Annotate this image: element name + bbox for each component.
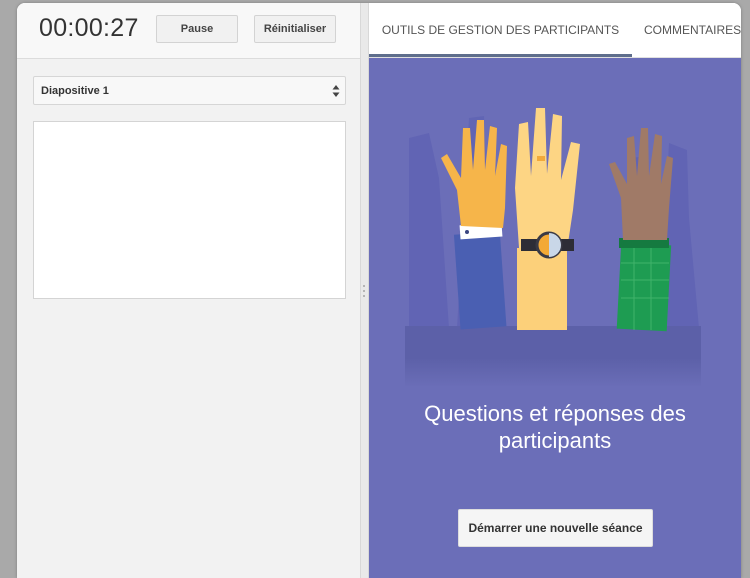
pause-button[interactable]: Pause <box>156 15 238 43</box>
slide-select-value: Diapositive 1 <box>41 84 109 97</box>
reset-button[interactable]: Réinitialiser <box>254 15 336 43</box>
presentation-timer: 00:00:27 <box>39 14 139 42</box>
raised-hands-illustration <box>405 108 701 388</box>
up-down-arrows-icon <box>332 85 340 97</box>
presenter-toolbar: 00:00:27 Pause Réinitialiser <box>17 3 360 59</box>
panel-title: Questions et réponses des participants <box>369 400 741 454</box>
tab-comments[interactable]: COMMENTAIRES <box>644 3 741 57</box>
tab-audience-tools[interactable]: OUTILS DE GESTION DES PARTICIPANTS <box>369 3 632 57</box>
panel-title-line-1: Questions et réponses des <box>424 401 686 426</box>
presenter-view-window: 00:00:27 Pause Réinitialiser Diapositive… <box>17 3 741 578</box>
raised-hand-watch-icon <box>515 108 580 330</box>
audience-tools-pane: OUTILS DE GESTION DES PARTICIPANTS COMME… <box>369 3 741 578</box>
presenter-pane: 00:00:27 Pause Réinitialiser Diapositive… <box>17 3 360 578</box>
grip-dots-icon <box>363 285 366 299</box>
pane-resize-handle[interactable] <box>360 3 369 578</box>
slide-select[interactable]: Diapositive 1 <box>33 76 346 105</box>
speaker-notes-area[interactable] <box>33 121 346 299</box>
raised-hand-green-sleeve-icon <box>609 128 673 332</box>
start-new-session-button[interactable]: Démarrer une nouvelle séance <box>458 509 653 547</box>
panel-title-line-2: participants <box>498 428 612 453</box>
tab-bar: OUTILS DE GESTION DES PARTICIPANTS COMME… <box>369 3 741 58</box>
qa-panel: Questions et réponses des participants D… <box>369 58 741 578</box>
